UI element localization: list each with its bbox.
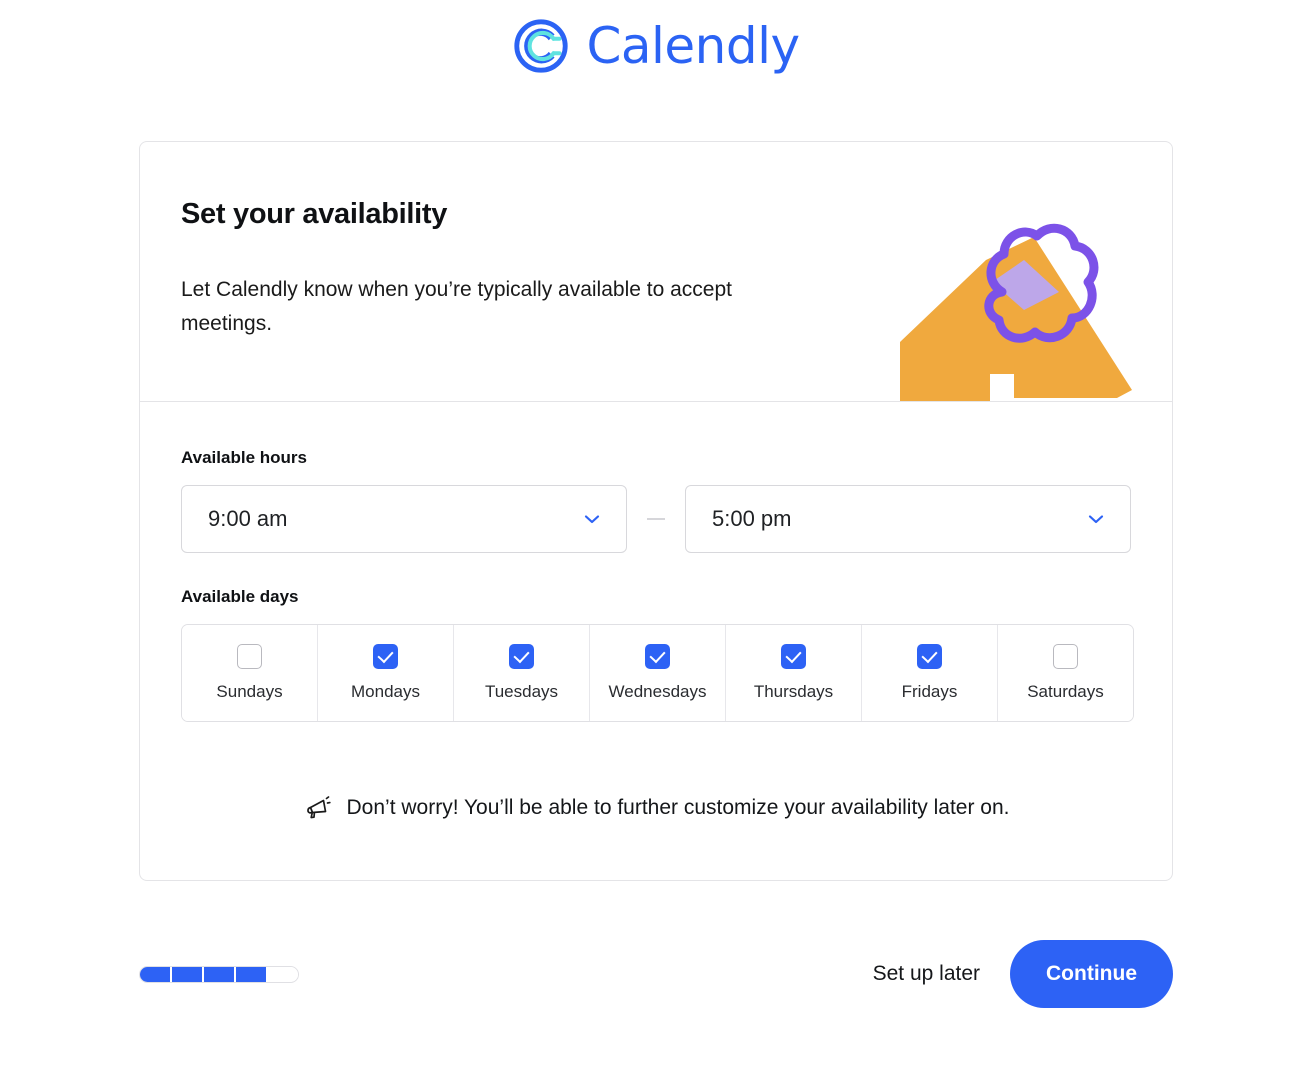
availability-note: Don’t worry! You’ll be able to further c… [181,794,1131,822]
availability-note-text: Don’t worry! You’ll be able to further c… [346,796,1010,819]
day-toggle-thursdays[interactable]: Thursdays [725,625,861,721]
day-label: Sundays [216,682,283,701]
day-label: Saturdays [1027,682,1104,701]
card-body: Available hours 9:00 am 5:00 pm Availabl… [140,402,1172,880]
available-days-group: Sundays Mondays Tuesdays Wednesdays Thursday… [181,624,1134,722]
checkbox-checked-icon[interactable] [917,644,942,669]
checkbox-checked-icon[interactable] [781,644,806,669]
available-hours-row: 9:00 am 5:00 pm [181,485,1131,553]
day-toggle-mondays[interactable]: Mondays [317,625,453,721]
checkbox-checked-icon[interactable] [373,644,398,669]
brand-logo: Calendly [0,0,1310,92]
footer-actions: Set up later Continue [873,940,1173,1008]
progress-segment [236,966,266,982]
onboarding-page: Calendly Set your availability Let Calen… [0,0,1310,1078]
progress-segment [268,966,298,982]
abstract-shapes-illustration [900,223,1132,401]
checkbox-unchecked-icon[interactable] [237,644,262,669]
checkbox-checked-icon[interactable] [645,644,670,669]
set-up-later-button[interactable]: Set up later [873,962,980,986]
day-label: Mondays [351,682,420,701]
calendly-c-logo-icon [514,19,569,73]
page-title: Set your availability [181,198,448,230]
start-time-select[interactable]: 9:00 am [181,485,627,553]
brand-wordmark: Calendly [586,17,800,75]
start-time-value: 9:00 am [208,506,288,531]
progress-segment [204,966,234,982]
progress-indicator [139,965,299,983]
available-days-label: Available days [181,587,299,606]
onboarding-footer: Set up later Continue [139,938,1173,1010]
day-label: Fridays [901,682,958,701]
day-toggle-fridays[interactable]: Fridays [861,625,997,721]
time-range-separator [647,518,665,520]
day-label: Wednesdays [608,682,707,701]
continue-button[interactable]: Continue [1010,940,1173,1008]
day-toggle-sundays[interactable]: Sundays [182,625,317,721]
megaphone-icon [306,796,331,819]
day-toggle-tuesdays[interactable]: Tuesdays [453,625,589,721]
chevron-down-icon [584,515,600,524]
chevron-down-icon [1088,515,1104,524]
end-time-value: 5:00 pm [712,506,792,531]
page-subtitle: Let Calendly know when you’re typically … [181,278,732,336]
day-toggle-saturdays[interactable]: Saturdays [997,625,1133,721]
day-label: Tuesdays [484,682,559,701]
day-toggle-wednesdays[interactable]: Wednesdays [589,625,725,721]
progress-segment [140,966,170,982]
checkbox-checked-icon[interactable] [509,644,534,669]
available-hours-label: Available hours [181,448,307,467]
end-time-select[interactable]: 5:00 pm [685,485,1131,553]
checkbox-unchecked-icon[interactable] [1053,644,1078,669]
card-header: Set your availability Let Calendly know … [140,142,1172,402]
progress-segment [172,966,202,982]
day-label: Thursdays [753,682,834,701]
availability-card: Set your availability Let Calendly know … [139,141,1173,881]
